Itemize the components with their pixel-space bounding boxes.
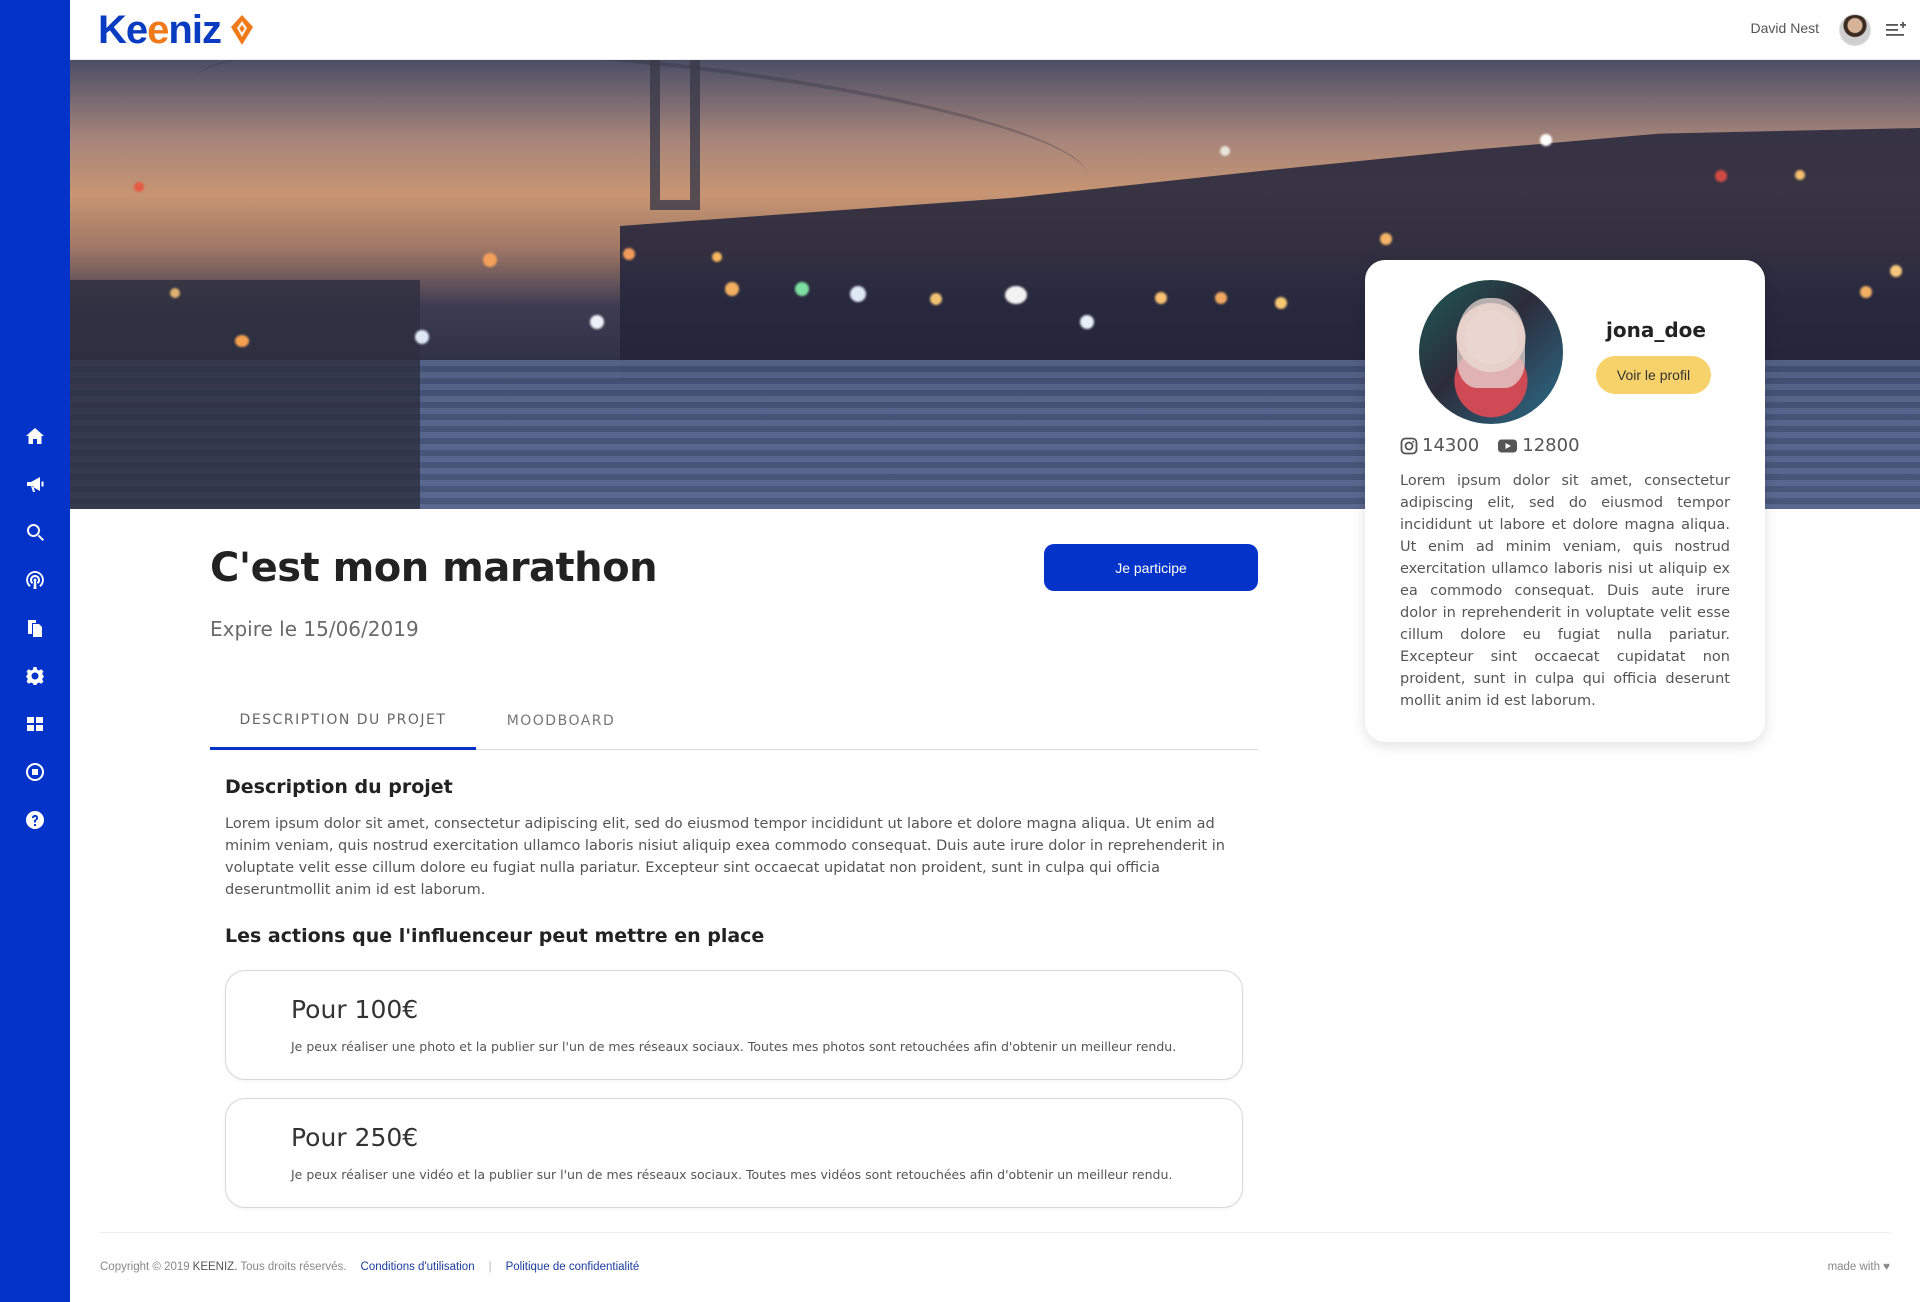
documents-icon [28,620,42,637]
bokeh-light [1275,297,1287,309]
footer-separator: | [488,1261,492,1273]
project-tabs: DESCRIPTION DU PROJET MOODBOARD [210,692,1258,750]
action-card[interactable]: Pour 100€ Je peux réaliser une photo et … [225,970,1243,1080]
sidebar-item-home[interactable] [0,412,70,460]
bokeh-light [1080,315,1094,329]
sidebar-item-documents[interactable] [0,604,70,652]
footer-brand: KEENIZ. [192,1261,238,1273]
bokeh-light [235,335,249,347]
hero-pier [70,280,420,509]
bokeh-light [1220,146,1230,156]
bokeh-light [590,315,604,329]
search-icon [26,524,44,541]
hero-bridge-tower [650,60,700,210]
actions-heading: Les actions que l'influenceur peut mettr… [225,925,765,947]
dashboard-icon [27,717,43,731]
hero-bridge-cable [185,60,1095,247]
participate-button[interactable]: Je participe [1044,544,1258,591]
sidebar-item-dashboard[interactable] [0,700,70,748]
influencer-profile-card: jona_doe Voir le profil 14300 12800 Lore… [1365,260,1765,742]
bokeh-light [1155,292,1167,304]
footer-left: Copyright © 2019 KEENIZ. Tous droits rés… [100,1261,639,1273]
bokeh-light [1380,233,1392,245]
broadcast-icon [26,571,44,589]
bokeh-light [1860,286,1872,298]
bokeh-light [415,330,429,344]
bokeh-light [134,182,144,192]
social-stats: 14300 12800 [1400,435,1598,456]
made-with-text: made with ♥ [1827,1261,1890,1273]
bokeh-light [1795,170,1805,180]
sidebar-item-record[interactable] [0,748,70,796]
sidebar [0,0,70,1302]
action-price: Pour 100€ [291,995,419,1024]
view-profile-button[interactable]: Voir le profil [1596,356,1711,394]
influencer-username: jona_doe [1606,318,1706,342]
gear-icon [26,667,44,685]
bokeh-light [795,282,809,296]
influencer-avatar[interactable] [1419,280,1563,424]
sidebar-nav [0,412,70,844]
bokeh-light [712,252,722,262]
action-card[interactable]: Pour 250€ Je peux réaliser une vidéo et … [225,1098,1243,1208]
bokeh-light [170,288,180,298]
description-text: Lorem ipsum dolor sit amet, consectetur … [225,816,1225,898]
menu-toggle-icon[interactable] [1886,20,1908,40]
keeniz-logo[interactable]: Ke e niz [98,8,255,52]
bokeh-light [483,253,497,267]
user-avatar[interactable] [1839,14,1871,46]
fox-logo-icon [230,15,253,45]
bokeh-light [1540,134,1552,146]
logo-text-suffix: niz [168,7,222,52]
action-description: Je peux réaliser une photo et la publier… [291,1039,1177,1054]
privacy-link[interactable]: Politique de confidentialité [506,1261,640,1273]
youtube-stat: 12800 [1497,435,1580,456]
influencer-bio: Lorem ipsum dolor sit amet, consectetur … [1400,473,1730,709]
instagram-stat: 14300 [1400,435,1479,456]
description-heading: Description du projet [225,776,453,798]
terms-link[interactable]: Conditions d'utilisation [361,1261,475,1273]
top-bar: Ke e niz David Nest [70,0,1920,60]
instagram-icon [1400,437,1418,454]
sidebar-item-search[interactable] [0,508,70,556]
bokeh-light [1215,292,1227,304]
sidebar-item-help[interactable] [0,796,70,844]
bokeh-light [930,293,942,305]
bokeh-light [850,286,866,302]
megaphone-icon [27,477,44,492]
instagram-count: 14300 [1422,435,1480,456]
project-title: C'est mon marathon [210,545,658,591]
rights-text: Tous droits réservés. [240,1261,347,1273]
bokeh-light [1890,265,1902,277]
bokeh-light [1715,170,1727,182]
logo-text-o: e [147,7,169,52]
home-icon [26,428,44,444]
record-icon [25,763,44,781]
bokeh-light [623,248,635,260]
bokeh-light [1005,286,1027,304]
tab-description[interactable]: DESCRIPTION DU PROJET [210,692,476,750]
copyright-text: Copyright © 2019 [100,1261,190,1273]
action-description: Je peux réaliser une vidéo et la publier… [291,1167,1173,1182]
tab-moodboard[interactable]: MOODBOARD [496,692,626,750]
avatar-hair [1457,298,1525,388]
bokeh-light [725,282,739,296]
logo-text-prefix: Ke [98,7,148,52]
action-price: Pour 250€ [291,1123,419,1152]
footer: Copyright © 2019 KEENIZ. Tous droits rés… [100,1232,1890,1302]
youtube-count: 12800 [1522,435,1580,456]
help-icon [25,811,44,829]
sidebar-item-campaigns[interactable] [0,460,70,508]
sidebar-item-settings[interactable] [0,652,70,700]
sidebar-item-broadcast[interactable] [0,556,70,604]
youtube-icon [1498,439,1518,452]
user-name[interactable]: David Nest [1751,20,1819,36]
project-expiry: Expire le 15/06/2019 [210,617,419,641]
